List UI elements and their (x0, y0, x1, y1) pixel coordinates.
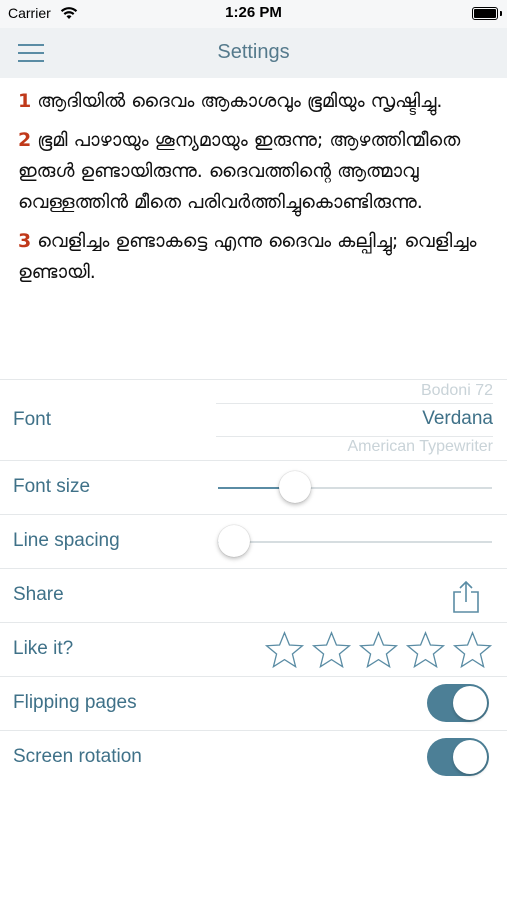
verse-number: 1 (18, 90, 32, 112)
toggle-knob (453, 740, 487, 774)
share-icon[interactable] (451, 580, 481, 614)
line-spacing-row: Line spacing (0, 515, 507, 569)
page-title: Settings (217, 41, 290, 63)
verse-number: 2 (18, 129, 32, 151)
slider-thumb[interactable] (218, 525, 250, 557)
line-spacing-label: Line spacing (13, 530, 120, 551)
settings-list: Font Bodoni 72 Verdana American Typewrit… (0, 379, 507, 776)
verse-text: ഭൂമി പാഴായും ശൂന്യമായും ഇരുന്നു; ആഴത്തിന… (18, 129, 461, 213)
star-icon[interactable] (311, 630, 352, 671)
like-row: Like it? (0, 623, 507, 677)
verse-1: 1 ആദിയിൽ ദൈവം ആകാശവും ഭൂമിയും സൃഷ്ടിച്ചു. (18, 86, 488, 117)
star-icon[interactable] (358, 630, 399, 671)
battery-icon (472, 7, 502, 20)
flipping-pages-label: Flipping pages (13, 692, 137, 713)
rating-stars[interactable] (264, 630, 493, 671)
star-icon[interactable] (264, 630, 305, 671)
status-bar: Carrier 1:26 PM (0, 0, 507, 28)
font-label: Font (13, 409, 52, 430)
line-spacing-slider[interactable] (218, 525, 492, 559)
screen-rotation-row: Screen rotation (0, 731, 507, 784)
verse-text: ആദിയിൽ ദൈവം ആകാശവും ഭൂമിയും സൃഷ്ടിച്ചു. (37, 90, 443, 112)
clock: 1:26 PM (225, 4, 282, 21)
slider-thumb[interactable] (278, 471, 311, 503)
share-label: Share (13, 584, 64, 605)
font-option-selected[interactable]: Verdana (422, 408, 493, 430)
font-size-label: Font size (13, 476, 91, 497)
star-icon[interactable] (452, 630, 493, 671)
flipping-pages-row: Flipping pages (0, 677, 507, 731)
font-picker[interactable]: Bodoni 72 Verdana American Typewriter (216, 380, 507, 460)
font-size-slider[interactable] (218, 471, 492, 505)
verse-number: 3 (18, 230, 32, 252)
font-row: Font Bodoni 72 Verdana American Typewrit… (0, 380, 507, 461)
share-row[interactable]: Share (0, 569, 507, 623)
verse-2: 2 ഭൂമി പാഴായും ശൂന്യമായും ഇരുന്നു; ആഴത്തി… (18, 125, 488, 218)
font-option-above[interactable]: Bodoni 72 (421, 382, 493, 400)
flipping-pages-toggle[interactable] (427, 684, 489, 722)
screen-rotation-toggle[interactable] (427, 738, 489, 776)
toggle-knob (453, 686, 487, 720)
navigation-bar: Settings (0, 28, 507, 78)
like-label: Like it? (13, 638, 74, 659)
font-option-below[interactable]: American Typewriter (347, 438, 493, 456)
screen-rotation-label: Screen rotation (13, 746, 142, 767)
star-icon[interactable] (405, 630, 446, 671)
verse-preview: 1 ആദിയിൽ ദൈവം ആകാശവും ഭൂമിയും സൃഷ്ടിച്ചു.… (18, 86, 488, 296)
font-size-row: Font size (0, 461, 507, 515)
verse-text: വെളിച്ചം ഉണ്ടാകട്ടെ എന്നു ദൈവം കല്പിച്ചു… (18, 230, 477, 283)
verse-3: 3 വെളിച്ചം ഉണ്ടാകട്ടെ എന്നു ദൈവം കല്പിച്ച… (18, 226, 488, 288)
